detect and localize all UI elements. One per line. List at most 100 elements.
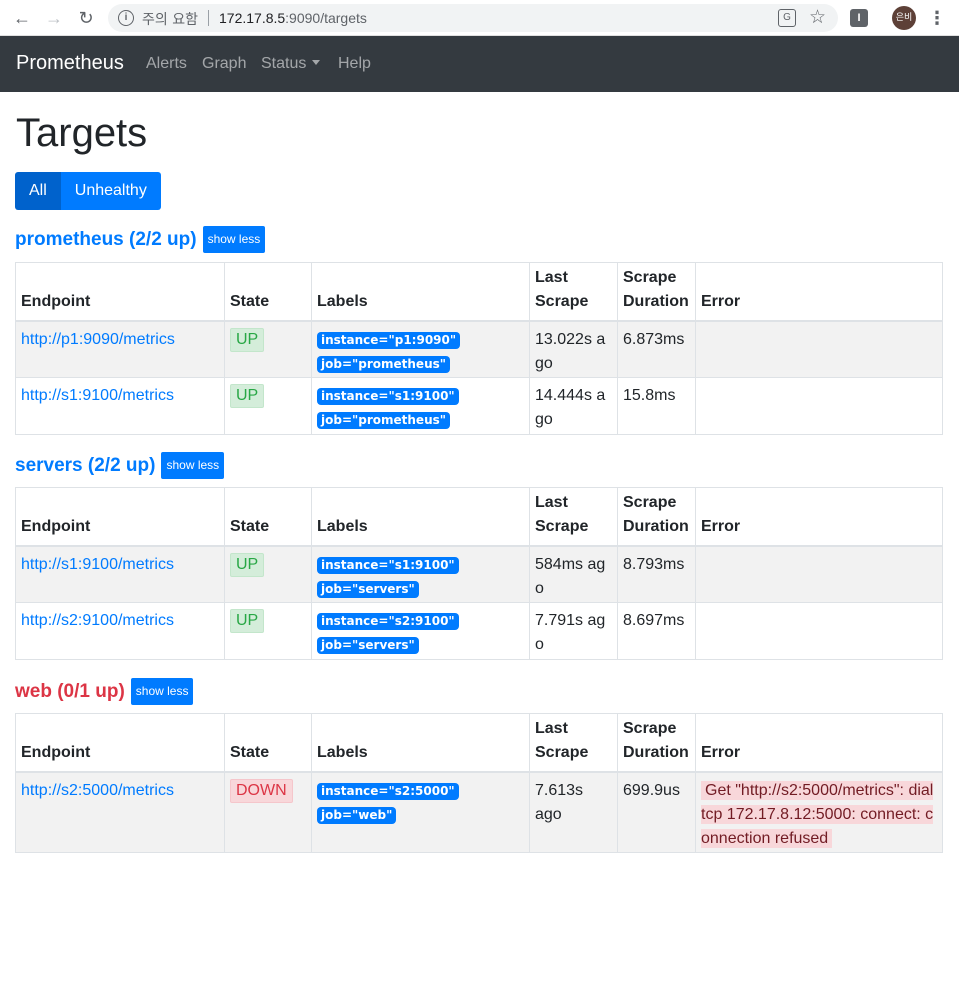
browser-toolbar: ← → ↻ i 주의 요함 172.17.8.5:9090/targets G … bbox=[0, 0, 959, 36]
browser-menu-icon[interactable]: ⋮ bbox=[928, 6, 946, 30]
label-badge: instance="s1:9100" bbox=[317, 388, 459, 405]
back-arrow-icon[interactable]: ← bbox=[10, 6, 34, 30]
bookmark-star-icon[interactable]: ☆ bbox=[809, 6, 826, 29]
state-cell: UP bbox=[224, 602, 312, 660]
show-less-button[interactable]: show less bbox=[161, 452, 225, 479]
labels-cell: instance="s2:9100" job="servers" bbox=[311, 602, 530, 660]
col-endpoint: Endpoint bbox=[15, 713, 225, 773]
pool-title[interactable]: web (0/1 up) bbox=[15, 681, 125, 703]
state-badge: UP bbox=[230, 552, 265, 577]
label-badge: instance="p1:9090" bbox=[317, 331, 461, 349]
profile-avatar[interactable]: 은비 bbox=[892, 6, 916, 30]
error-cell bbox=[695, 602, 943, 660]
endpoint-link[interactable]: http://s2:9100/metrics bbox=[21, 612, 174, 629]
state-badge: DOWN bbox=[230, 778, 293, 803]
last-scrape-cell: 14.444s ago bbox=[529, 377, 618, 435]
targets-table-servers: Endpoint State Labels Last Scrape Scrape D… bbox=[15, 487, 943, 660]
caret-down-icon bbox=[312, 60, 321, 66]
duration-cell: 8.793ms bbox=[617, 545, 696, 603]
endpoint-link[interactable]: http://p1:9090/metrics bbox=[21, 331, 175, 348]
state-cell: UP bbox=[224, 377, 312, 435]
duration-cell: 6.873ms bbox=[617, 320, 696, 378]
navbar: Prometheus Alerts Graph Status Help bbox=[0, 36, 959, 92]
labels-cell: instance="s2:5000" job="web" bbox=[311, 771, 530, 853]
security-warning[interactable]: 주의 요함 bbox=[142, 9, 198, 29]
col-labels: Labels bbox=[311, 713, 530, 773]
col-scrape-duration: Scrape Duration bbox=[617, 262, 696, 322]
state-cell: UP bbox=[224, 545, 312, 603]
duration-cell: 699.9us bbox=[617, 771, 696, 853]
error-message: Get "http://s2:5000/metrics": dial tcp 1… bbox=[701, 780, 934, 848]
translate-icon[interactable]: G bbox=[778, 9, 796, 27]
info-icon[interactable]: i bbox=[118, 10, 134, 26]
nav-alerts[interactable]: Alerts bbox=[146, 55, 187, 73]
nav-graph[interactable]: Graph bbox=[202, 55, 246, 73]
col-endpoint: Endpoint bbox=[15, 262, 225, 322]
col-scrape-duration: Scrape Duration bbox=[617, 713, 696, 773]
nav-help[interactable]: Help bbox=[338, 55, 371, 73]
pool-title[interactable]: prometheus (2/2 up) bbox=[15, 229, 197, 251]
duration-cell: 15.8ms bbox=[617, 377, 696, 435]
error-cell bbox=[695, 377, 943, 435]
error-cell bbox=[695, 320, 943, 378]
col-endpoint: Endpoint bbox=[15, 487, 225, 547]
table-row: http://s2:5000/metrics DOWN instance="s2… bbox=[15, 771, 943, 853]
last-scrape-cell: 7.791s ago bbox=[529, 602, 618, 660]
labels-cell: instance="s1:9100" job="prometheus" bbox=[311, 377, 530, 435]
col-scrape-duration: Scrape Duration bbox=[617, 487, 696, 547]
show-less-button[interactable]: show less bbox=[130, 678, 194, 705]
page-title: Targets bbox=[16, 111, 148, 155]
state-badge: UP bbox=[230, 609, 265, 633]
targets-table-prometheus: Endpoint State Labels Last Scrape Scrape D… bbox=[15, 262, 943, 435]
col-labels: Labels bbox=[311, 262, 530, 322]
filter-all-button[interactable]: All bbox=[15, 172, 61, 210]
last-scrape-cell: 584ms ago bbox=[529, 545, 618, 603]
col-labels: Labels bbox=[311, 487, 530, 547]
label-badge: job="servers" bbox=[317, 580, 419, 598]
table-row: http://s1:9100/metrics UP instance="s1:9… bbox=[15, 377, 943, 435]
state-badge: UP bbox=[230, 327, 265, 352]
filter-unhealthy-button[interactable]: Unhealthy bbox=[60, 172, 161, 210]
url-text[interactable]: 172.17.8.5:9090/targets bbox=[219, 10, 367, 26]
col-state: State bbox=[224, 487, 312, 547]
label-badge: instance="s2:5000" bbox=[317, 782, 459, 800]
address-bar[interactable]: i 주의 요함 172.17.8.5:9090/targets G ☆ bbox=[108, 4, 838, 32]
labels-cell: instance="p1:9090" job="prometheus" bbox=[311, 320, 530, 378]
last-scrape-cell: 7.613s ago bbox=[529, 771, 618, 853]
col-error: Error bbox=[695, 262, 943, 322]
label-badge: job="prometheus" bbox=[317, 412, 451, 429]
state-cell: UP bbox=[224, 320, 312, 378]
state-badge: UP bbox=[230, 384, 265, 408]
duration-cell: 8.697ms bbox=[617, 602, 696, 660]
label-badge: instance="s1:9100" bbox=[317, 556, 459, 574]
labels-cell: instance="s1:9100" job="servers" bbox=[311, 545, 530, 603]
col-state: State bbox=[224, 262, 312, 322]
table-row: http://s1:9100/metrics UP instance="s1:9… bbox=[15, 545, 943, 603]
show-less-button[interactable]: show less bbox=[202, 226, 266, 253]
endpoint-cell: http://s1:9100/metrics bbox=[15, 377, 225, 435]
table-row: http://s2:9100/metrics UP instance="s2:9… bbox=[15, 602, 943, 660]
endpoint-link[interactable]: http://s2:5000/metrics bbox=[21, 782, 174, 799]
col-state: State bbox=[224, 713, 312, 773]
col-error: Error bbox=[695, 487, 943, 547]
target-filter-group: All Unhealthy bbox=[15, 172, 161, 210]
col-error: Error bbox=[695, 713, 943, 773]
endpoint-link[interactable]: http://s1:9100/metrics bbox=[21, 556, 174, 573]
state-cell: DOWN bbox=[224, 771, 312, 853]
col-last-scrape: Last Scrape bbox=[529, 262, 618, 322]
table-row: http://p1:9090/metrics UP instance="p1:9… bbox=[15, 320, 943, 378]
navbar-brand[interactable]: Prometheus bbox=[16, 52, 124, 75]
omnibox-divider bbox=[208, 10, 209, 26]
forward-arrow-icon[interactable]: → bbox=[42, 6, 66, 30]
endpoint-link[interactable]: http://s1:9100/metrics bbox=[21, 387, 174, 404]
nav-status[interactable]: Status bbox=[261, 55, 321, 73]
pool-header-web: web (0/1 up) show less bbox=[15, 678, 194, 705]
label-badge: job="prometheus" bbox=[317, 355, 451, 373]
label-badge: job="web" bbox=[317, 806, 397, 824]
endpoint-cell: http://s2:9100/metrics bbox=[15, 602, 225, 660]
extension-icon[interactable]: I bbox=[850, 9, 868, 27]
reload-icon[interactable]: ↻ bbox=[74, 6, 98, 30]
pool-title[interactable]: servers (2/2 up) bbox=[15, 455, 155, 477]
col-last-scrape: Last Scrape bbox=[529, 713, 618, 773]
label-badge: instance="s2:9100" bbox=[317, 613, 459, 630]
